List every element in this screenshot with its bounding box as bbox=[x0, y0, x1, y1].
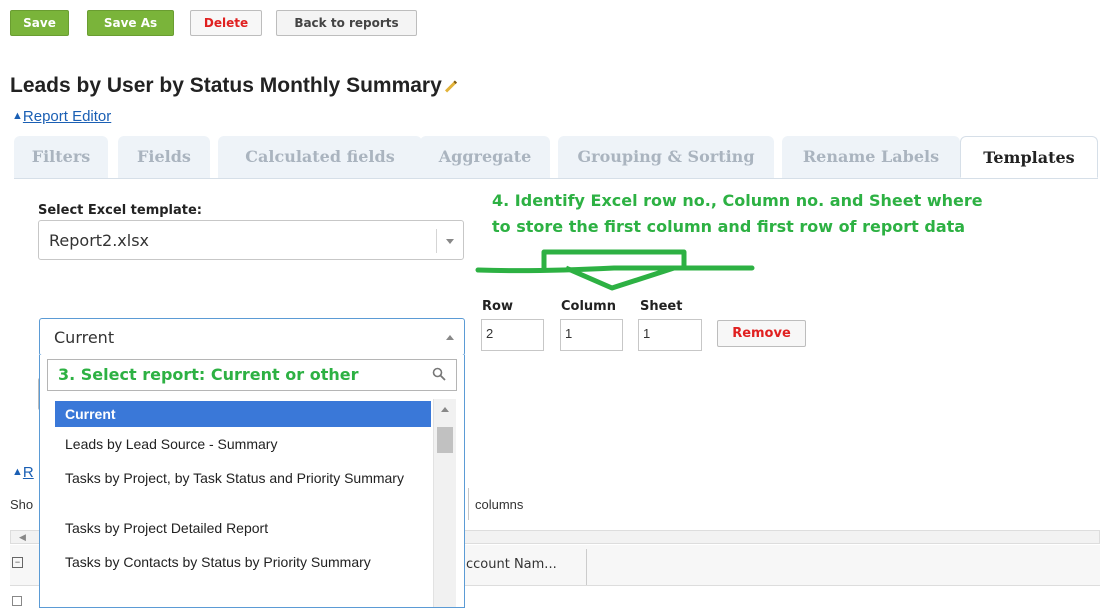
collapse-caret-icon: ▲ bbox=[12, 466, 23, 478]
dropdown-option[interactable]: Tasks by Project, by Task Status and Pri… bbox=[55, 471, 405, 486]
tab-grouping-sorting[interactable]: Grouping & Sorting bbox=[558, 136, 774, 178]
dropdown-list: Current Leads by Lead Source - Summary T… bbox=[55, 399, 431, 607]
report-select[interactable]: Current bbox=[39, 318, 465, 356]
chevron-down-icon bbox=[446, 239, 454, 244]
dropdown-scrollbar[interactable] bbox=[433, 399, 456, 607]
excel-template-value: Report2.xlsx bbox=[49, 231, 150, 250]
columns-label: columns bbox=[475, 497, 524, 512]
scrollbar-thumb[interactable] bbox=[437, 427, 453, 453]
tab-filters[interactable]: Filters bbox=[14, 136, 108, 178]
dropdown-option[interactable]: Tasks by Contacts by Status by Priority … bbox=[55, 555, 375, 570]
excel-template-select[interactable]: Report2.xlsx bbox=[38, 220, 464, 260]
show-label: Sho bbox=[10, 497, 34, 512]
report-select-value: Current bbox=[54, 328, 115, 347]
chevron-up-icon bbox=[446, 335, 454, 340]
row-expand-icon[interactable] bbox=[12, 596, 22, 606]
sheet-header: Sheet bbox=[640, 299, 683, 314]
account-name-header[interactable]: ccount Nam... bbox=[466, 557, 557, 572]
report-title: Leads by User by Status Monthly Summary bbox=[10, 74, 442, 97]
report-section-link[interactable]: R bbox=[23, 464, 34, 481]
tab-fields[interactable]: Fields bbox=[118, 136, 210, 178]
pencil-icon[interactable] bbox=[444, 80, 457, 93]
scroll-left-icon[interactable]: ◀ bbox=[19, 532, 26, 543]
report-section-toggle[interactable]: ▲R bbox=[12, 464, 34, 481]
dropdown-option[interactable]: Tasks by Project Detailed Report bbox=[55, 521, 431, 536]
annotation-bracket-arrow bbox=[475, 249, 755, 291]
column-input[interactable]: 1 bbox=[560, 319, 623, 351]
tab-templates[interactable]: Templates bbox=[960, 136, 1098, 178]
row-header: Row bbox=[482, 299, 513, 314]
save-button[interactable]: Save bbox=[10, 10, 69, 36]
sheet-input[interactable]: 1 bbox=[638, 319, 702, 351]
dropdown-option[interactable]: Current bbox=[55, 401, 431, 427]
search-icon bbox=[432, 367, 446, 381]
remove-button[interactable]: Remove bbox=[717, 320, 806, 347]
row-input[interactable]: 2 bbox=[481, 319, 544, 351]
tab-calculated-fields[interactable]: Calculated fields bbox=[218, 136, 422, 178]
expand-collapse-icon[interactable]: − bbox=[12, 557, 23, 568]
annotation-line-1: 4. Identify Excel row no., Column no. an… bbox=[492, 191, 983, 210]
dropdown-option[interactable]: Leads by Lead Source - Summary bbox=[55, 437, 431, 452]
annotation-line-2: to store the first column and first row … bbox=[492, 217, 966, 236]
delete-button[interactable]: Delete bbox=[190, 10, 262, 36]
collapse-caret-icon: ▲ bbox=[12, 110, 23, 122]
tab-rename-labels[interactable]: Rename Labels bbox=[782, 136, 960, 178]
column-header: Column bbox=[561, 299, 616, 314]
search-annotation-text: 3. Select report: Current or other bbox=[58, 365, 359, 384]
back-to-reports-button[interactable]: Back to reports bbox=[276, 10, 417, 36]
tab-bar: Filters Fields Calculated fields Aggrega… bbox=[14, 136, 1098, 179]
page-title: Leads by User by Status Monthly Summary bbox=[10, 74, 458, 98]
scroll-up-icon[interactable] bbox=[441, 407, 449, 412]
report-editor-link[interactable]: Report Editor bbox=[23, 108, 111, 125]
excel-template-label: Select Excel template: bbox=[38, 203, 203, 218]
report-editor-toggle[interactable]: ▲Report Editor bbox=[12, 108, 111, 125]
report-dropdown: 3. Select report: Current or other Curre… bbox=[39, 355, 465, 608]
tab-aggregate[interactable]: Aggregate bbox=[420, 136, 550, 178]
column-divider bbox=[586, 549, 587, 585]
dropdown-search-input[interactable]: 3. Select report: Current or other bbox=[47, 359, 457, 391]
select-divider bbox=[436, 229, 437, 253]
columns-select-edge bbox=[466, 488, 469, 520]
annotation-text: 4. Identify Excel row no., Column no. an… bbox=[492, 188, 983, 240]
save-as-button[interactable]: Save As bbox=[87, 10, 174, 36]
